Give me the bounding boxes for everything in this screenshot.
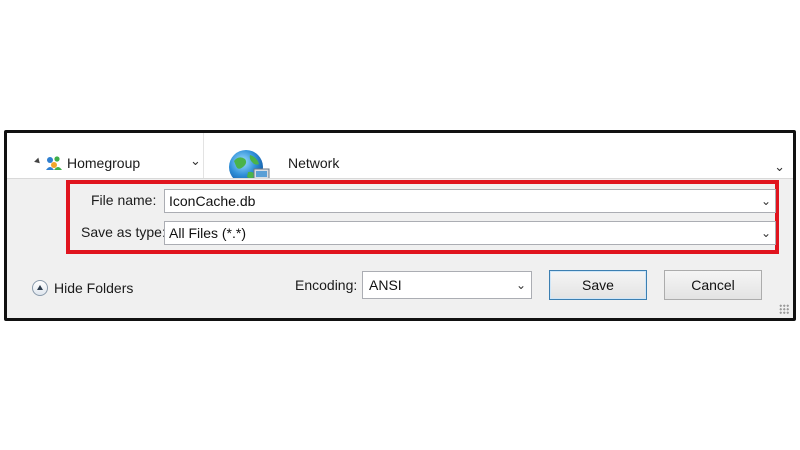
network-globe-icon xyxy=(229,150,270,181)
bottom-bar: Hide Folders Encoding: ANSI ⌄ Save Cance… xyxy=(7,258,793,318)
fields-region: File name: IconCache.db ⌄ Save as type: … xyxy=(7,178,793,259)
expand-arrow-icon[interactable] xyxy=(34,157,42,166)
homegroup-label[interactable]: Homegroup xyxy=(67,155,140,171)
network-label[interactable]: Network xyxy=(288,155,339,171)
save-as-type-value: All Files (*.*) xyxy=(169,225,247,241)
homegroup-icon xyxy=(46,156,62,170)
cancel-button[interactable]: Cancel xyxy=(664,270,762,300)
file-name-dropdown-icon[interactable]: ⌄ xyxy=(761,190,771,212)
resize-grip-icon[interactable] xyxy=(779,304,789,314)
encoding-label: Encoding: xyxy=(295,277,358,293)
file-list-area: Network ⌄ xyxy=(204,133,793,181)
hide-folders-label: Hide Folders xyxy=(54,280,134,296)
screenshot-canvas: Homegroup ⌄ Network ⌄ File name: IconCac… xyxy=(0,0,800,450)
file-name-input[interactable]: IconCache.db ⌄ xyxy=(164,189,776,213)
save-as-type-dropdown-icon[interactable]: ⌄ xyxy=(761,222,771,244)
save-button[interactable]: Save xyxy=(549,270,647,300)
encoding-dropdown-icon[interactable]: ⌄ xyxy=(516,272,526,298)
hide-folders-button[interactable]: Hide Folders xyxy=(32,278,133,298)
save-as-dialog: Homegroup ⌄ Network ⌄ File name: IconCac… xyxy=(4,130,796,321)
file-name-label: File name: xyxy=(91,192,157,208)
encoding-select[interactable]: ANSI ⌄ xyxy=(362,271,532,299)
navigation-strip: Homegroup ⌄ Network ⌄ xyxy=(7,133,793,181)
navigation-pane[interactable]: Homegroup ⌄ xyxy=(25,133,204,178)
file-scroll-chevron-icon[interactable]: ⌄ xyxy=(774,159,785,175)
save-as-type-label: Save as type: xyxy=(81,224,166,240)
file-name-value: IconCache.db xyxy=(169,193,256,209)
nav-scroll-chevron-icon[interactable]: ⌄ xyxy=(190,153,201,169)
save-as-type-select[interactable]: All Files (*.*) ⌄ xyxy=(164,221,776,245)
chevron-up-circle-icon xyxy=(32,280,48,296)
encoding-value: ANSI xyxy=(369,277,402,293)
